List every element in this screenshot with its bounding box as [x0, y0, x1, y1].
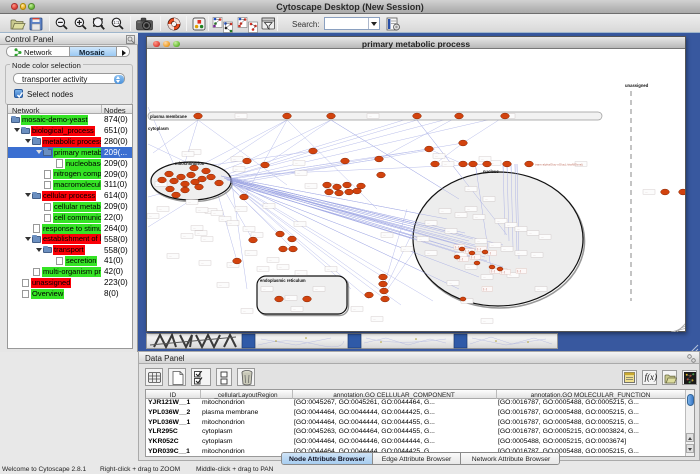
- svg-text:1:1: 1:1: [113, 20, 120, 25]
